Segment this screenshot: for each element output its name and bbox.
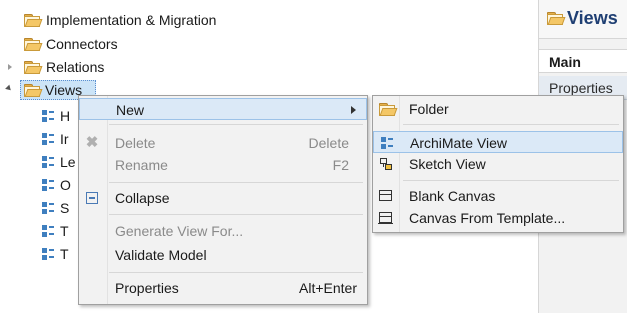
folder-icon (24, 61, 43, 74)
tree-item-label: O (60, 177, 71, 193)
tree-item-implementation-migration[interactable]: Implementation & Migration (24, 10, 284, 30)
menu-separator (109, 272, 363, 273)
menu-item-validate-model[interactable]: Validate Model (79, 244, 367, 266)
tree-item-label: T (60, 223, 69, 239)
folder-icon (24, 38, 43, 51)
tree-item-view[interactable]: Ir (42, 129, 82, 149)
folder-icon (379, 103, 398, 116)
menu-item-blank-canvas[interactable]: Blank Canvas (373, 185, 623, 207)
tree-item-label: Ir (60, 131, 69, 147)
tree-item-view[interactable]: T (42, 244, 82, 264)
menu-separator (109, 182, 363, 183)
menu-item-label: Collapse (115, 190, 170, 206)
menu-item-delete[interactable]: ✖ Delete Delete (79, 132, 367, 154)
menu-separator (109, 214, 363, 215)
tree-item-connectors[interactable]: Connectors (24, 34, 184, 54)
panel-header: Views (539, 0, 627, 39)
menu-item-label: Canvas From Template... (409, 210, 566, 226)
menu-item-shortcut: F2 (332, 157, 349, 173)
menu-item-label: Folder (409, 101, 449, 117)
tree-item-view[interactable]: Le (42, 152, 82, 172)
tree-item-view[interactable]: O (42, 175, 82, 195)
menu-item-label: Rename (115, 157, 168, 173)
menu-item-label: Delete (115, 135, 156, 151)
tree-item-label: Connectors (46, 36, 118, 52)
menu-item-folder[interactable]: Folder (373, 98, 623, 120)
new-submenu: Folder ArchiMate View Sketch View Blank … (372, 95, 624, 233)
delete-icon: ✖ (85, 134, 99, 151)
menu-item-label: New (116, 102, 145, 118)
tab-main[interactable]: Main (539, 49, 627, 73)
tree-item-label: S (60, 200, 70, 216)
menu-item-label: Generate View For... (115, 223, 244, 239)
menu-item-properties[interactable]: Properties Alt+Enter (79, 277, 367, 299)
sketch-view-icon (380, 158, 392, 170)
menu-item-rename[interactable]: Rename F2 (79, 154, 367, 176)
diagram-view-icon (42, 179, 54, 191)
menu-separator (403, 124, 619, 125)
menu-item-generate-view[interactable]: Generate View For... (79, 220, 367, 242)
menu-item-shortcut: Delete (308, 135, 349, 151)
menu-item-label: Validate Model (115, 247, 207, 263)
canvas-icon (379, 190, 392, 201)
collapse-all-icon (86, 192, 98, 204)
collapse-arrow-icon[interactable] (5, 84, 13, 93)
tree-item-label: Views (45, 82, 83, 98)
tree-item-relations[interactable]: Relations (6, 57, 166, 77)
tree-item-label: Relations (46, 59, 105, 75)
expand-arrow-icon[interactable] (8, 64, 12, 70)
tree-item-label: T (60, 246, 69, 262)
menu-item-collapse[interactable]: Collapse (79, 187, 367, 209)
menu-item-archimate-view[interactable]: ArchiMate View (373, 131, 623, 153)
folder-icon (547, 12, 566, 25)
folder-icon (24, 84, 43, 97)
menu-item-shortcut: Alt+Enter (299, 280, 357, 296)
folder-icon (24, 14, 43, 27)
diagram-view-icon (42, 110, 54, 122)
panel-title: Views (567, 8, 618, 28)
diagram-view-icon (42, 133, 54, 145)
menu-item-label: ArchiMate View (410, 135, 508, 151)
tree-item-view[interactable]: H (42, 106, 82, 126)
submenu-arrow-icon (351, 106, 356, 114)
menu-item-sketch-view[interactable]: Sketch View (373, 153, 623, 175)
canvas-template-icon (378, 212, 393, 224)
menu-item-label: Blank Canvas (409, 188, 496, 204)
tree-item-label: Implementation & Migration (46, 12, 217, 28)
diagram-view-icon (42, 248, 54, 260)
tree-item-view[interactable]: T (42, 221, 82, 241)
menu-separator (109, 124, 363, 125)
diagram-view-icon (42, 156, 54, 168)
tree-item-label: H (60, 108, 71, 124)
menu-item-canvas-from-template[interactable]: Canvas From Template... (373, 207, 623, 229)
menu-item-label: Properties (115, 280, 179, 296)
diagram-view-icon (42, 225, 54, 237)
archimate-view-icon (381, 137, 393, 149)
menu-item-new[interactable]: New (79, 98, 367, 120)
tree-item-view[interactable]: S (42, 198, 82, 218)
menu-item-label: Sketch View (409, 156, 486, 172)
tree-item-label: Le (60, 154, 76, 170)
diagram-view-icon (42, 202, 54, 214)
menu-separator (403, 180, 619, 181)
context-menu: New ✖ Delete Delete Rename F2 Collapse G… (78, 95, 368, 305)
